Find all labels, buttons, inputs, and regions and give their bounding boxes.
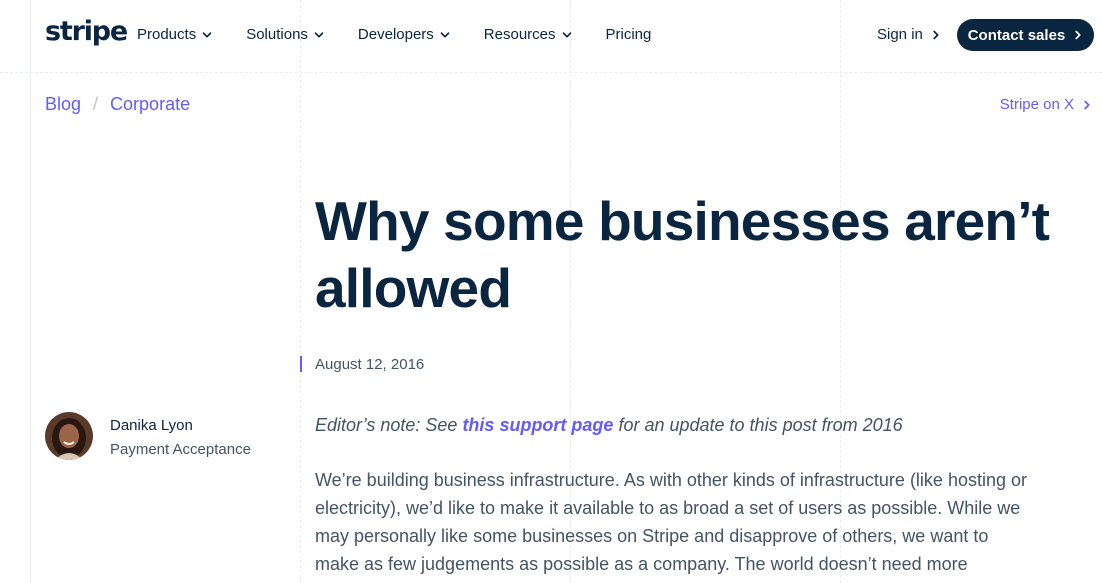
nav-resources[interactable]: Resources: [484, 26, 572, 43]
main-nav: Products Solutions Developers Resources …: [137, 26, 685, 43]
breadcrumb-separator: /: [93, 94, 99, 114]
chevron-right-icon: [1075, 30, 1081, 40]
nav-label: Resources: [483, 26, 556, 43]
chevron-down-icon: [562, 31, 571, 38]
author-avatar: [45, 412, 93, 460]
editor-note: Editor’s note: See this support page for…: [315, 415, 1075, 436]
nav-pricing[interactable]: Pricing: [606, 26, 652, 43]
editor-note-suffix: for an update to this post from 2016: [613, 415, 903, 435]
author-role: Payment Acceptance: [110, 441, 251, 458]
sign-in-label: Sign in: [877, 26, 923, 43]
nav-label: Solutions: [246, 26, 308, 43]
breadcrumb: Blog / Corporate: [45, 94, 190, 115]
stripe-on-x-label: Stripe on X: [999, 96, 1074, 113]
nav-solutions[interactable]: Solutions: [246, 26, 324, 43]
breadcrumb-blog[interactable]: Blog: [45, 94, 81, 115]
contact-sales-button[interactable]: Contact sales: [957, 19, 1094, 51]
chevron-right-icon: [1084, 100, 1090, 109]
breadcrumb-corporate[interactable]: Corporate: [110, 94, 190, 115]
support-page-link[interactable]: this support page: [462, 415, 613, 435]
article-body: We’re building business infrastructure. …: [315, 470, 1027, 574]
date-accent-bar: [300, 356, 302, 372]
nav-label: Products: [137, 26, 197, 43]
nav-label: Pricing: [605, 26, 652, 43]
nav-developers[interactable]: Developers: [358, 26, 450, 43]
stripe-logo[interactable]: stripe: [45, 16, 128, 47]
editor-note-prefix: Editor’s note: See: [315, 415, 463, 435]
chevron-right-icon: [933, 30, 939, 39]
grid-guide: [30, 0, 31, 583]
contact-sales-label: Contact sales: [967, 26, 1066, 44]
stripe-on-x-link[interactable]: Stripe on X: [1000, 96, 1092, 113]
article-title: Why some businesses aren’t allowed: [315, 190, 1050, 319]
chevron-down-icon: [314, 31, 324, 38]
chevron-down-icon: [202, 31, 212, 38]
sign-in-link[interactable]: Sign in: [877, 26, 941, 43]
chevron-down-icon: [440, 31, 450, 38]
grid-guide: [300, 0, 301, 583]
site-header: stripe Products Solutions Developers Res…: [0, 0, 1102, 70]
nav-label: Developers: [357, 26, 434, 43]
nav-products[interactable]: Products: [137, 26, 212, 43]
avatar-image: [45, 412, 93, 460]
article-date: August 12, 2016: [315, 356, 425, 373]
author-name: Danika Lyon: [110, 417, 193, 434]
header-divider: [0, 72, 1102, 73]
